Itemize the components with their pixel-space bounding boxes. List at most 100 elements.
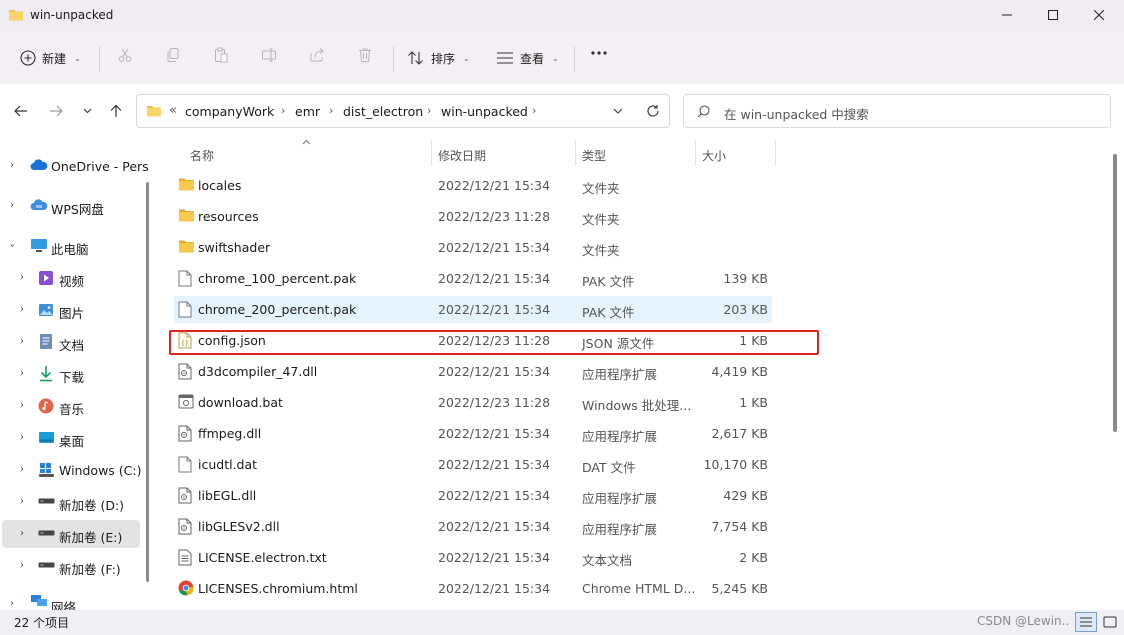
bat-file-icon — [178, 394, 194, 409]
chevron-right-icon[interactable]: › — [20, 560, 24, 571]
maximize-button[interactable] — [1030, 0, 1076, 30]
column-header-name[interactable]: 名称 — [174, 138, 431, 168]
new-button[interactable]: 新建 ⌄ — [20, 44, 81, 72]
plus-circle-icon — [20, 50, 36, 66]
sidebar-item-wps-drive[interactable]: › WPS网盘 — [2, 192, 140, 220]
more-options-icon[interactable] — [590, 50, 608, 56]
divider — [99, 46, 100, 72]
back-button[interactable] — [10, 100, 32, 122]
recent-locations-button[interactable] — [76, 100, 98, 122]
sidebar-scrollbar[interactable] — [146, 182, 149, 582]
file-row-download-bat[interactable]: download.bat 2022/12/23 11:28 Windows 批处… — [174, 389, 772, 416]
chevron-down-icon[interactable]: › — [7, 244, 18, 248]
refresh-icon[interactable] — [646, 104, 660, 118]
sort-button[interactable]: 排序 ⌄ — [407, 44, 470, 72]
tiles-view-icon — [1103, 616, 1117, 628]
file-row-swiftshader[interactable]: swiftshader 2022/12/21 15:34 文件夹 — [174, 234, 772, 261]
file-row-libglesv2-dll[interactable]: libGLESv2.dll 2022/12/21 15:34 应用程序扩展 7,… — [174, 513, 772, 540]
chevron-right-icon[interactable]: › — [10, 200, 14, 211]
chevron-right-icon[interactable]: › — [20, 496, 24, 507]
rename-icon[interactable] — [261, 47, 277, 63]
sidebar-item-label: 图片 — [59, 306, 85, 321]
drive-icon — [38, 498, 55, 504]
drive-icon — [38, 562, 55, 568]
column-header-type[interactable]: 类型 — [576, 138, 695, 168]
sidebar-item-downloads[interactable]: › 下载 — [2, 360, 140, 388]
dll-file-icon — [178, 363, 192, 380]
sidebar-item-label: 音乐 — [59, 402, 85, 417]
video-icon — [38, 270, 54, 286]
breadcrumb-item-dist-electron[interactable]: dist_electron — [343, 104, 423, 119]
sidebar-item-label: 此电脑 — [51, 242, 89, 257]
chevron-right-icon[interactable]: › — [20, 432, 24, 443]
chevron-right-icon[interactable]: › — [10, 598, 14, 609]
chevron-right-icon[interactable]: › — [20, 304, 24, 315]
paste-icon[interactable] — [213, 47, 229, 63]
sidebar-item-music[interactable]: › 音乐 — [2, 392, 140, 420]
sidebar-item-pictures[interactable]: › 图片 — [2, 296, 140, 324]
column-header-date[interactable]: 修改日期 — [432, 138, 575, 168]
close-button[interactable] — [1076, 0, 1122, 30]
sidebar-item-this-pc[interactable]: › 此电脑 — [2, 232, 140, 260]
sidebar-item-desktop[interactable]: › 桌面 — [2, 424, 140, 452]
chevron-right-icon[interactable]: › — [20, 400, 24, 411]
sidebar-item-documents[interactable]: › 文档 — [2, 328, 140, 356]
forward-button[interactable] — [45, 100, 67, 122]
address-bar[interactable]: « companyWork › emr › dist_electron › wi… — [136, 94, 670, 128]
file-row-icudtl-dat[interactable]: icudtl.dat 2022/12/21 15:34 DAT 文件 10,17… — [174, 451, 772, 478]
details-view-button[interactable] — [1075, 612, 1097, 632]
sidebar-item-videos[interactable]: › 视频 — [2, 264, 140, 292]
file-icon — [178, 456, 192, 473]
chevron-right-icon[interactable]: › — [20, 528, 24, 539]
chevron-right-icon[interactable]: › — [20, 464, 24, 475]
address-dropdown-icon[interactable] — [613, 108, 623, 114]
file-row-d3dcompiler[interactable]: d3dcompiler_47.dll 2022/12/21 15:34 应用程序… — [174, 358, 772, 385]
column-divider[interactable] — [775, 140, 776, 166]
copy-icon[interactable] — [165, 47, 181, 63]
delete-icon[interactable] — [357, 47, 373, 63]
chevron-right-icon[interactable]: › — [20, 272, 24, 283]
arrow-up-icon — [110, 104, 122, 118]
breadcrumb-item-win-unpacked[interactable]: win-unpacked — [441, 104, 528, 119]
command-bar: 新建 ⌄ 排序 ⌄ 查看 ⌄ — [0, 32, 1124, 84]
sidebar-item-label: 下载 — [59, 370, 85, 385]
file-row-libegl-dll[interactable]: libEGL.dll 2022/12/21 15:34 应用程序扩展 429 K… — [174, 482, 772, 509]
sidebar-item-label: 新加卷 (F:) — [59, 562, 121, 577]
file-row-resources[interactable]: resources 2022/12/23 11:28 文件夹 — [174, 203, 772, 230]
sidebar-item-network[interactable]: › 网络 — [2, 590, 140, 610]
minimize-button[interactable] — [984, 0, 1030, 30]
up-button[interactable] — [105, 100, 127, 122]
file-row-chrome-200-percent[interactable]: chrome_200_percent.pak 2022/12/21 15:34 … — [174, 296, 772, 323]
navigation-pane: › OneDrive - Pers › WPS网盘 › 此电脑 › 视频 › 图… — [0, 138, 154, 610]
breadcrumb-item-emr[interactable]: emr — [295, 104, 320, 119]
breadcrumb-overflow[interactable]: « — [169, 103, 177, 118]
chevron-right-icon[interactable]: › — [10, 160, 14, 171]
file-row-ffmpeg-dll[interactable]: ffmpeg.dll 2022/12/21 15:34 应用程序扩展 2,617… — [174, 420, 772, 447]
chevron-right-icon[interactable]: › — [20, 368, 24, 379]
file-row-chrome-100-percent[interactable]: chrome_100_percent.pak 2022/12/21 15:34 … — [174, 265, 772, 292]
navigation-bar: « companyWork › emr › dist_electron › wi… — [0, 84, 1124, 138]
folder-icon — [178, 239, 195, 254]
arrow-left-icon — [14, 105, 28, 117]
cut-icon[interactable] — [117, 47, 133, 63]
sidebar-item-label: 视频 — [59, 274, 85, 289]
sidebar-item-drive-d[interactable]: › 新加卷 (D:) — [2, 488, 140, 516]
sidebar-item-drive-c[interactable]: › Windows (C:) — [2, 456, 141, 484]
view-button[interactable]: 查看 ⌄ — [496, 44, 559, 72]
sidebar-item-drive-f[interactable]: › 新加卷 (F:) — [2, 552, 140, 580]
share-icon[interactable] — [309, 47, 325, 63]
sidebar-item-onedrive[interactable]: › OneDrive - Pers — [2, 152, 149, 180]
file-icon — [178, 301, 192, 318]
tiles-view-button[interactable] — [1099, 612, 1121, 632]
sidebar-item-drive-e[interactable]: › 新加卷 (E:) — [2, 520, 140, 548]
file-row-license-electron[interactable]: LICENSE.electron.txt 2022/12/21 15:34 文本… — [174, 544, 772, 571]
details-view-icon — [1079, 616, 1093, 628]
file-row-licenses-chromium[interactable]: LICENSES.chromium.html 2022/12/21 15:34 … — [174, 575, 772, 602]
breadcrumb-item-companywork[interactable]: companyWork — [185, 104, 274, 119]
column-header-size[interactable]: 大小 — [696, 138, 776, 168]
status-bar: 22 个项目 CSDN @Lewin.. — [0, 610, 1124, 635]
chevron-right-icon[interactable]: › — [20, 336, 24, 347]
file-list-scrollbar[interactable] — [1113, 154, 1117, 432]
search-box[interactable]: 在 win-unpacked 中搜索 — [683, 94, 1111, 128]
file-row-locales[interactable]: locales 2022/12/21 15:34 文件夹 — [174, 172, 772, 199]
